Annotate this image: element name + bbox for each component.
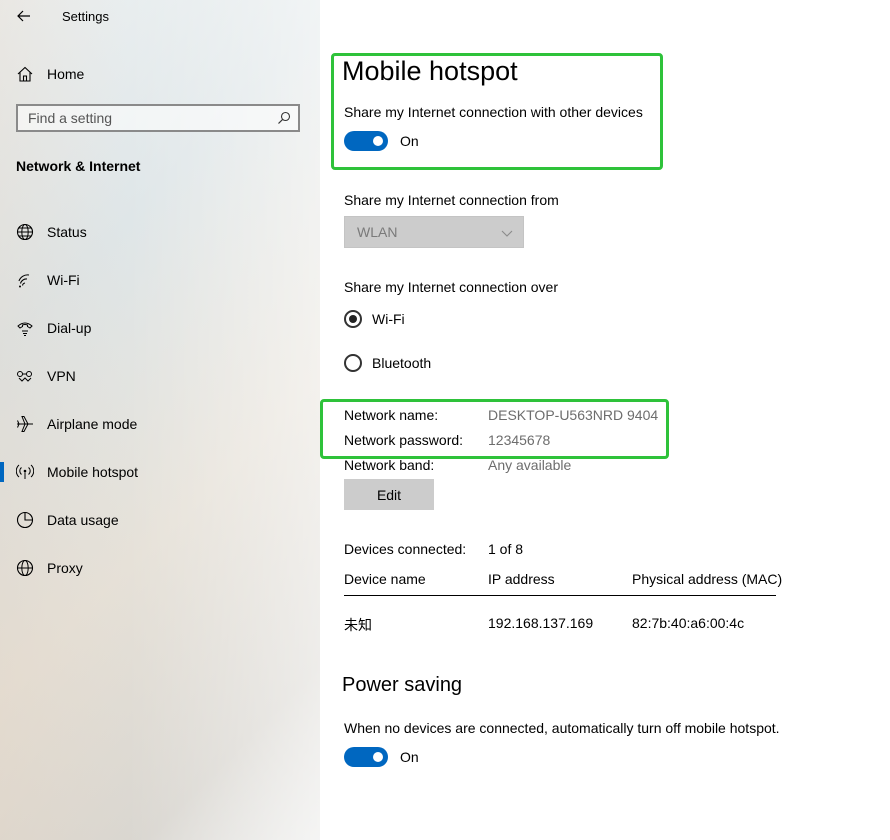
share-label: Share my Internet connection with other … — [344, 104, 643, 120]
wifi-icon — [18, 274, 30, 288]
page-title: Mobile hotspot — [342, 56, 518, 86]
network-band-label: Network band: — [344, 457, 435, 473]
sidebar-item-data-usage[interactable]: Data usage — [0, 496, 320, 544]
devices-connected-label: Devices connected: — [344, 541, 467, 557]
main-panel: Mobile hotspot Share my Internet connect… — [320, 0, 890, 840]
table-header-ip: IP address — [488, 571, 555, 587]
sidebar-item-vpn[interactable]: VPN — [0, 352, 320, 400]
share-over-label: Share my Internet connection over — [344, 279, 559, 295]
table-cell-device-name: 未知 — [344, 618, 372, 634]
network-name-label: Network name: — [344, 407, 439, 423]
globe-icon — [16, 223, 34, 241]
sidebar-item-wifi[interactable]: Wi-Fi — [0, 256, 320, 304]
home-label: Home — [47, 66, 85, 82]
radio-bluetooth-row[interactable]: Bluetooth — [344, 354, 431, 372]
network-password-label: Network password: — [344, 432, 464, 448]
table-header-divider — [344, 595, 776, 596]
share-toggle-state: On — [400, 133, 419, 149]
hotspot-icon — [16, 464, 34, 479]
sidebar-item-label: Mobile hotspot — [47, 464, 139, 480]
radio-bluetooth-label: Bluetooth — [372, 355, 432, 371]
radio-bluetooth[interactable] — [344, 354, 362, 372]
share-toggle[interactable] — [344, 131, 388, 151]
sidebar-item-label: Airplane mode — [47, 416, 138, 432]
radio-wifi[interactable] — [344, 310, 362, 328]
edit-button[interactable]: Edit — [344, 479, 434, 510]
proxy-globe-icon — [16, 559, 34, 577]
power-saving-title: Power saving — [342, 674, 463, 696]
power-toggle-state: On — [400, 749, 419, 765]
airplane-icon — [17, 416, 33, 432]
share-from-label: Share my Internet connection from — [344, 192, 559, 208]
sidebar-item-mobile-hotspot[interactable]: Mobile hotspot — [0, 448, 320, 496]
sidebar-item-label: Wi-Fi — [47, 272, 80, 288]
power-saving-toggle[interactable] — [344, 747, 388, 767]
sidebar-item-label: VPN — [47, 368, 76, 384]
table-header-device-name: Device name — [344, 571, 426, 587]
sidebar-item-label: Status — [47, 224, 87, 240]
dialup-icon — [17, 322, 33, 336]
sidebar-nav: Status Wi-Fi Dial-up VPN Airplane mode M… — [0, 208, 320, 592]
sidebar-item-status[interactable]: Status — [0, 208, 320, 256]
home-nav-item[interactable]: Home — [16, 62, 296, 86]
table-cell-ip: 192.168.137.169 — [488, 615, 594, 631]
chevron-down-icon — [501, 230, 513, 237]
radio-wifi-label: Wi-Fi — [372, 311, 405, 327]
share-from-dropdown[interactable]: WLAN — [344, 216, 524, 248]
power-toggle-row: On — [344, 747, 419, 767]
search-icon[interactable] — [277, 111, 291, 125]
network-band-value: Any available — [488, 457, 572, 473]
radio-wifi-row[interactable]: Wi-Fi — [344, 310, 405, 328]
table-header-mac: Physical address (MAC) — [632, 571, 783, 587]
data-usage-icon — [16, 511, 34, 529]
network-name-value: DESKTOP-U563NRD 9404 — [488, 407, 659, 423]
sidebar-item-airplane[interactable]: Airplane mode — [0, 400, 320, 448]
table-cell-mac: 82:7b:40:a6:00:4c — [632, 615, 745, 631]
home-icon — [17, 66, 33, 82]
window-title: Settings — [62, 9, 109, 24]
sidebar-item-proxy[interactable]: Proxy — [0, 544, 320, 592]
sidebar-item-label: Data usage — [47, 512, 119, 528]
share-from-value: WLAN — [357, 224, 398, 240]
back-button[interactable] — [14, 6, 34, 26]
sidebar-item-label: Dial-up — [47, 320, 92, 336]
network-password-value: 12345678 — [488, 432, 551, 448]
section-title: Network & Internet — [16, 158, 141, 174]
search-input[interactable] — [18, 106, 268, 130]
power-saving-label: When no devices are connected, automatic… — [344, 720, 780, 736]
share-toggle-row: On — [344, 131, 419, 151]
sidebar-item-dialup[interactable]: Dial-up — [0, 304, 320, 352]
vpn-icon — [17, 371, 32, 382]
back-arrow-icon — [17, 10, 30, 22]
devices-connected-value: 1 of 8 — [488, 541, 524, 557]
sidebar-item-label: Proxy — [47, 560, 83, 576]
search-box[interactable] — [16, 104, 300, 132]
